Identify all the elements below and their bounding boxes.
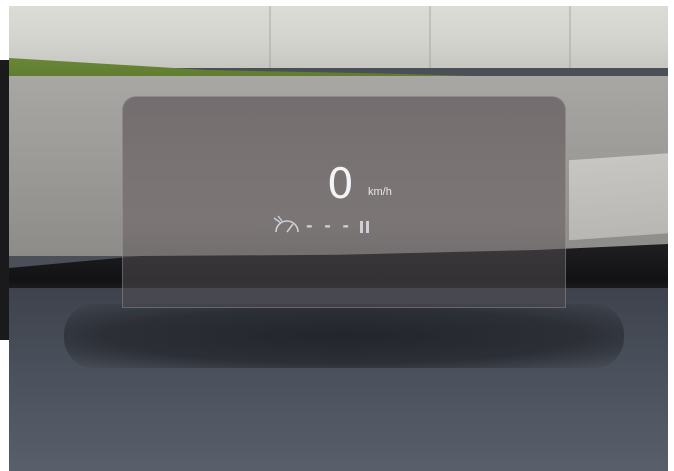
speed-readout: 0	[327, 159, 354, 208]
pause-icon	[360, 220, 370, 238]
head-up-display: 0 km/h - - -	[122, 156, 564, 246]
frame-edge	[0, 60, 9, 340]
speed-limiter-row: - - -	[272, 214, 392, 238]
photo: 0 km/h - - -	[9, 6, 668, 471]
hud-recess	[64, 304, 624, 368]
speed-unit: km/h	[368, 186, 392, 198]
curb	[569, 151, 668, 241]
speed-limiter-icon	[272, 214, 302, 241]
background-wall	[9, 6, 668, 68]
limiter-value: - - -	[306, 216, 353, 235]
